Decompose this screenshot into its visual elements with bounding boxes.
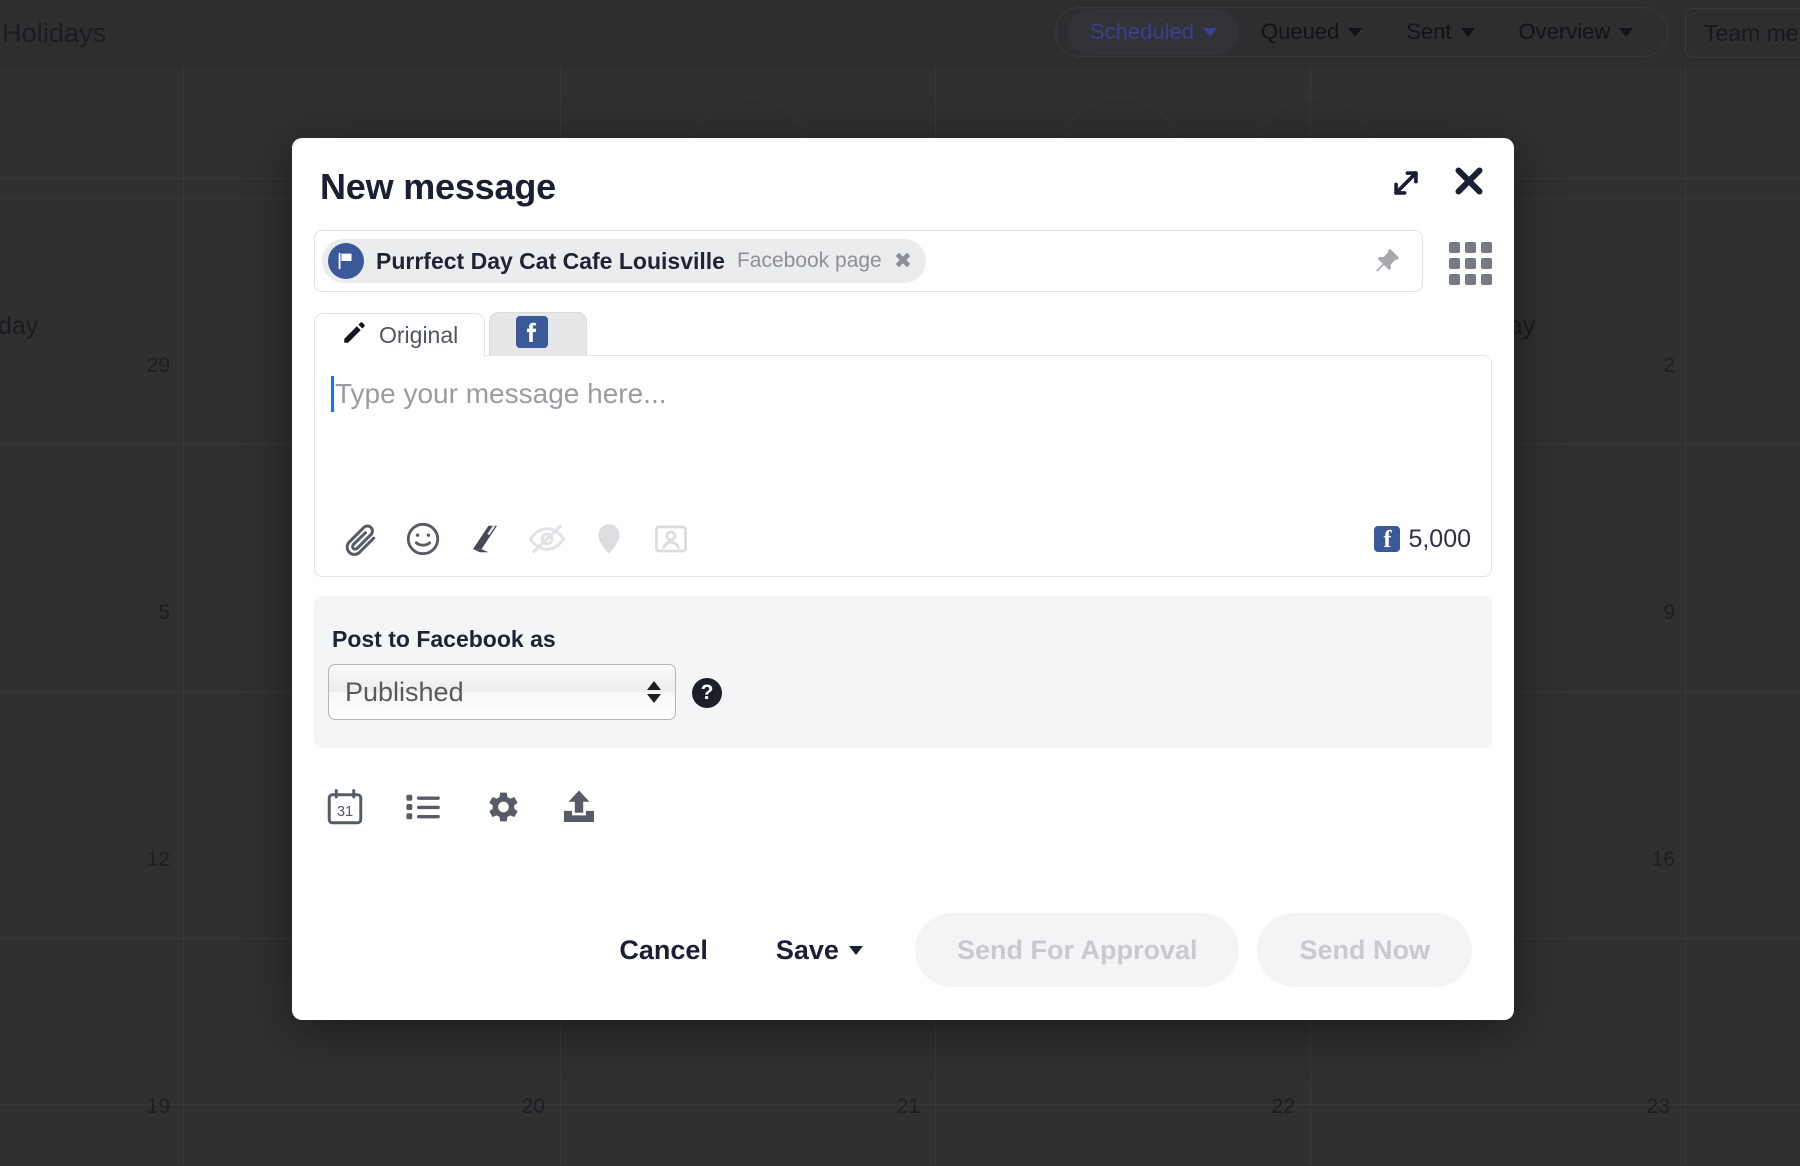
post-as-selected-value: Published [345,676,464,707]
modal-action-icons: 31 [314,776,626,838]
account-selector-row: Purrfect Day Cat Cafe Louisville Faceboo… [314,230,1492,292]
chevron-down-icon [1202,27,1217,37]
nav-item-label: Sent [1406,19,1452,44]
gear-icon[interactable] [470,776,532,838]
nav-item-label: Queued [1260,19,1340,44]
calendar-date[interactable]: 20 [480,1095,545,1119]
top-navigation-bar: Holidays Scheduled Queued Sent Overview … [0,0,1800,66]
post-as-select[interactable]: Published [328,664,676,720]
modal-header: New message [292,138,1514,238]
facebook-icon [516,315,549,354]
team-member-search-input[interactable]: Team me [1685,8,1800,58]
new-message-modal: New message Purrfect Day Cat Cafe Louisv… [292,138,1514,1020]
pushpin-icon[interactable] [1370,242,1404,280]
save-button[interactable]: Save [742,935,897,966]
nav-item-label: Overview [1518,19,1611,44]
modal-title: New message [320,166,556,207]
contact-card-icon[interactable] [645,513,697,565]
page-title: Holidays [2,17,107,48]
select-stepper-arrows-icon [647,681,661,703]
calendar-date[interactable]: 29 [110,354,170,378]
post-as-label: Post to Facebook as [332,626,556,652]
cancel-button[interactable]: Cancel [585,935,742,966]
compose-tabs: Original [314,312,588,357]
nav-item-overview[interactable]: Overview [1497,9,1656,55]
post-as-panel: Post to Facebook as Published ? [314,596,1492,748]
team-member-search-text: Team me [1704,19,1799,46]
calendar-date[interactable]: 5 [110,601,170,625]
account-selector-box[interactable]: Purrfect Day Cat Cafe Louisville Faceboo… [314,230,1423,292]
calendar-date[interactable]: 2 [1615,354,1675,378]
facebook-page-flag-icon [328,243,364,279]
calendar-date[interactable]: 12 [105,848,170,872]
character-counter: f 5,000 [1374,525,1471,554]
cancel-button-label: Cancel [619,934,708,965]
calendar-date[interactable]: 22 [1230,1095,1295,1119]
eye-slash-icon[interactable] [521,513,573,565]
nav-item-sent[interactable]: Sent [1384,9,1496,55]
library-book-icon[interactable] [459,513,511,565]
send-for-approval-button[interactable]: Send For Approval [914,913,1240,987]
account-type: Facebook page [736,249,882,272]
nav-item-label: Scheduled [1090,19,1194,44]
calendar-date[interactable]: 9 [1615,601,1675,625]
emoji-smiley-icon[interactable] [397,513,449,565]
close-icon[interactable] [1444,156,1494,206]
bulleted-list-icon[interactable] [392,776,454,838]
character-counter-value: 5,000 [1408,524,1471,553]
save-button-label: Save [775,934,839,965]
remove-account-icon[interactable]: ✖ [894,250,912,272]
send-for-approval-label: Send For Approval [956,934,1198,965]
calendar-date[interactable]: 21 [855,1095,920,1119]
nav-tab-group: Scheduled Queued Sent Overview [1055,7,1669,57]
expand-diagonal-icon[interactable] [1386,163,1426,203]
tab-original[interactable]: Original [314,313,486,357]
pencil-icon [341,320,367,352]
message-editor[interactable]: Type your message here... f 5,000 [314,355,1492,577]
calendar-31-icon[interactable]: 31 [314,776,376,838]
paperclip-icon[interactable] [335,513,387,565]
account-chip[interactable]: Purrfect Day Cat Cafe Louisville Faceboo… [322,239,927,283]
editor-toolbar: f 5,000 [315,502,1491,576]
text-caret [331,376,334,412]
chevron-down-icon [1460,27,1475,37]
facebook-icon: f [1374,526,1401,552]
calendar-date[interactable]: 23 [1605,1095,1670,1119]
send-now-button[interactable]: Send Now [1257,913,1472,987]
location-pin-icon[interactable] [583,513,635,565]
calendar-day-label-left: day [0,312,39,340]
chevron-down-icon [1619,27,1634,37]
svg-text:31: 31 [337,804,353,820]
message-editor-placeholder: Type your message here... [335,378,667,409]
modal-footer: Cancel Save Send For Approval Send Now [292,880,1514,1020]
help-question-icon[interactable]: ? [692,678,722,708]
chevron-down-icon [1348,27,1363,37]
chevron-down-icon [848,945,863,955]
tab-label: Original [379,322,459,348]
nav-item-scheduled[interactable]: Scheduled [1068,9,1239,55]
account-name: Purrfect Day Cat Cafe Louisville [376,247,725,274]
calendar-date[interactable]: 16 [1610,848,1675,872]
grid-apps-icon[interactable] [1449,242,1492,285]
send-now-label: Send Now [1299,934,1430,965]
calendar-date[interactable]: 19 [105,1095,170,1119]
tab-facebook[interactable] [489,312,588,356]
upload-icon[interactable] [548,776,610,838]
nav-item-queued[interactable]: Queued [1239,9,1384,55]
